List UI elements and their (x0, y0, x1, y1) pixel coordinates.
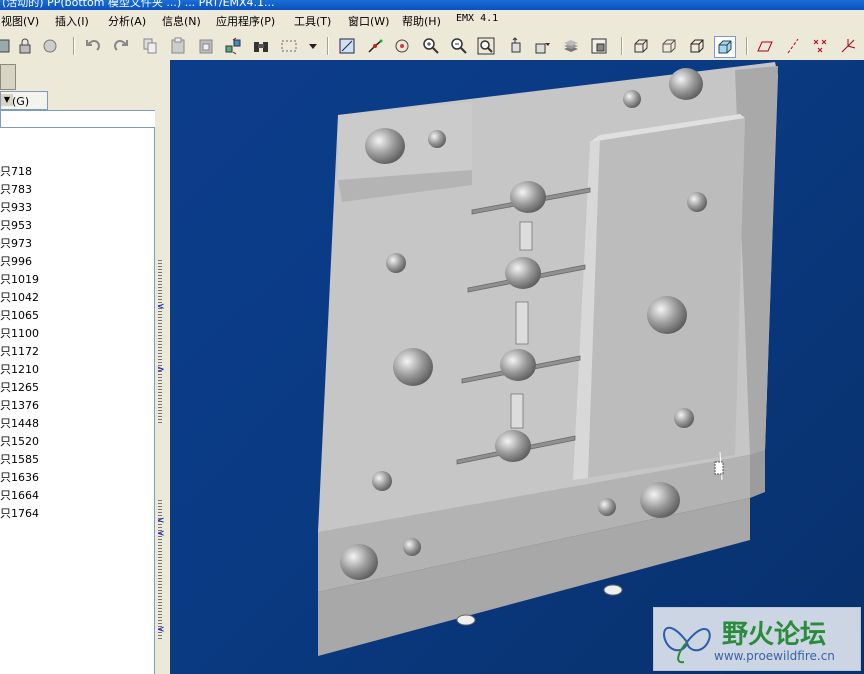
collapse-left-icon-lower-2[interactable]: < (157, 529, 165, 539)
collapse-right-icon[interactable]: > (157, 365, 165, 375)
menu-help[interactable]: 帮助(H) (402, 13, 441, 29)
regenerate-icon[interactable] (223, 36, 243, 56)
orient-icon[interactable] (505, 36, 525, 56)
undo-icon[interactable] (83, 36, 103, 56)
tree-item[interactable]: 只718 (0, 163, 32, 181)
title-bar: (活动的) PP(bottom 模型文件夹 ...) ... PRT/EMX4.… (0, 0, 864, 10)
datum-point-icon[interactable] (810, 36, 830, 56)
tree-item[interactable]: 只1764 (0, 505, 39, 523)
refit-icon[interactable] (476, 36, 496, 56)
main-toolbar (0, 31, 864, 61)
tree-item[interactable]: 只1210 (0, 361, 39, 379)
tree-item[interactable]: 只1100 (0, 325, 39, 343)
watermark-title: 野火论坛 (722, 620, 827, 650)
view-manager-icon[interactable] (589, 36, 609, 56)
tree-item[interactable]: 只1585 (0, 451, 39, 469)
butterfly-logo-icon (663, 626, 711, 664)
tree-item[interactable]: 只996 (0, 253, 32, 271)
tree-item[interactable]: 只1664 (0, 487, 39, 505)
panel-splitter[interactable]: < > < < < (155, 60, 170, 674)
tree-filter-field[interactable] (0, 110, 156, 128)
collapse-left-icon[interactable]: < (157, 302, 165, 312)
splitter-grip[interactable] (158, 260, 162, 425)
zoom-in-icon[interactable] (421, 36, 441, 56)
coord-sys-icon[interactable] (838, 36, 858, 56)
model-tree-tab-icon[interactable] (0, 64, 16, 90)
select-box-icon[interactable] (279, 36, 299, 56)
tree-item[interactable]: 只1019 (0, 271, 39, 289)
tree-item[interactable]: 只1172 (0, 343, 39, 361)
model-tree: 只718 只783 只933 只953 只973 只996 只1019 只1042 只1065 只… (0, 128, 155, 674)
layers-icon[interactable] (561, 36, 581, 56)
tree-item[interactable]: 只953 (0, 217, 32, 235)
tree-item[interactable]: 只1065 (0, 307, 39, 325)
menu-bar: 视图(V) 插入(I) 分析(A) 信息(N) 应用程序(P) 工具(T) 窗口… (0, 10, 864, 31)
binoculars-icon[interactable] (251, 36, 271, 56)
hidden-line-icon[interactable] (659, 36, 679, 56)
zoom-out-icon[interactable] (449, 36, 469, 56)
lock-icon[interactable] (15, 36, 35, 56)
copy-icon[interactable] (140, 36, 160, 56)
dropdown-icon[interactable] (303, 36, 323, 56)
tree-item[interactable]: 只1636 (0, 469, 39, 487)
forum-watermark: 野火论坛 www.proewildfire.cn (653, 607, 861, 671)
paste-special-icon[interactable] (196, 36, 216, 56)
collapse-left-icon-lower[interactable]: < (157, 516, 165, 526)
tree-item[interactable]: 只1042 (0, 289, 39, 307)
save-icon[interactable] (0, 36, 14, 56)
graphics-viewport[interactable] (170, 60, 864, 674)
menu-info[interactable]: 信息(N) (162, 13, 201, 29)
datum-display-icon[interactable] (365, 36, 385, 56)
mold-plate-3d-model (318, 62, 778, 656)
menu-tools[interactable]: 工具(T) (294, 13, 331, 29)
wireframe-icon[interactable] (631, 36, 651, 56)
tree-item[interactable]: 只1448 (0, 415, 39, 433)
no-hidden-icon[interactable] (687, 36, 707, 56)
tree-item[interactable]: 只933 (0, 199, 32, 217)
menu-emx[interactable]: EMX 4.1 (456, 13, 498, 24)
chevron-down-icon[interactable]: ▼ (1, 94, 13, 106)
watermark-url: www.proewildfire.cn (714, 649, 835, 663)
spin-center-icon[interactable] (392, 36, 412, 56)
menu-view[interactable]: 视图(V) (1, 13, 39, 29)
tree-item[interactable]: 只973 (0, 235, 32, 253)
tree-item[interactable]: 只1376 (0, 397, 39, 415)
print-icon[interactable] (40, 36, 60, 56)
tree-item[interactable]: 只1265 (0, 379, 39, 397)
shaded-icon[interactable] (714, 36, 736, 58)
redo-icon[interactable] (111, 36, 131, 56)
menu-insert[interactable]: 插入(I) (55, 13, 89, 29)
paste-icon[interactable] (168, 36, 188, 56)
menu-analysis[interactable]: 分析(A) (108, 13, 146, 29)
tree-item[interactable]: 只1520 (0, 433, 39, 451)
menu-window[interactable]: 窗口(W) (348, 13, 389, 29)
settings-dropdown[interactable]: 置(G) ▼ (0, 91, 48, 110)
datum-axis-icon[interactable] (783, 36, 803, 56)
collapse-left-icon-bottom[interactable]: < (157, 625, 165, 635)
sketch-view-icon[interactable] (337, 36, 357, 56)
tree-item[interactable]: 只783 (0, 181, 32, 199)
datum-plane-icon[interactable] (755, 36, 775, 56)
menu-applications[interactable]: 应用程序(P) (216, 13, 275, 29)
window-title: (活动的) PP(bottom 模型文件夹 ...) ... PRT/EMX4.… (2, 0, 275, 9)
saved-views-icon[interactable] (533, 36, 553, 56)
